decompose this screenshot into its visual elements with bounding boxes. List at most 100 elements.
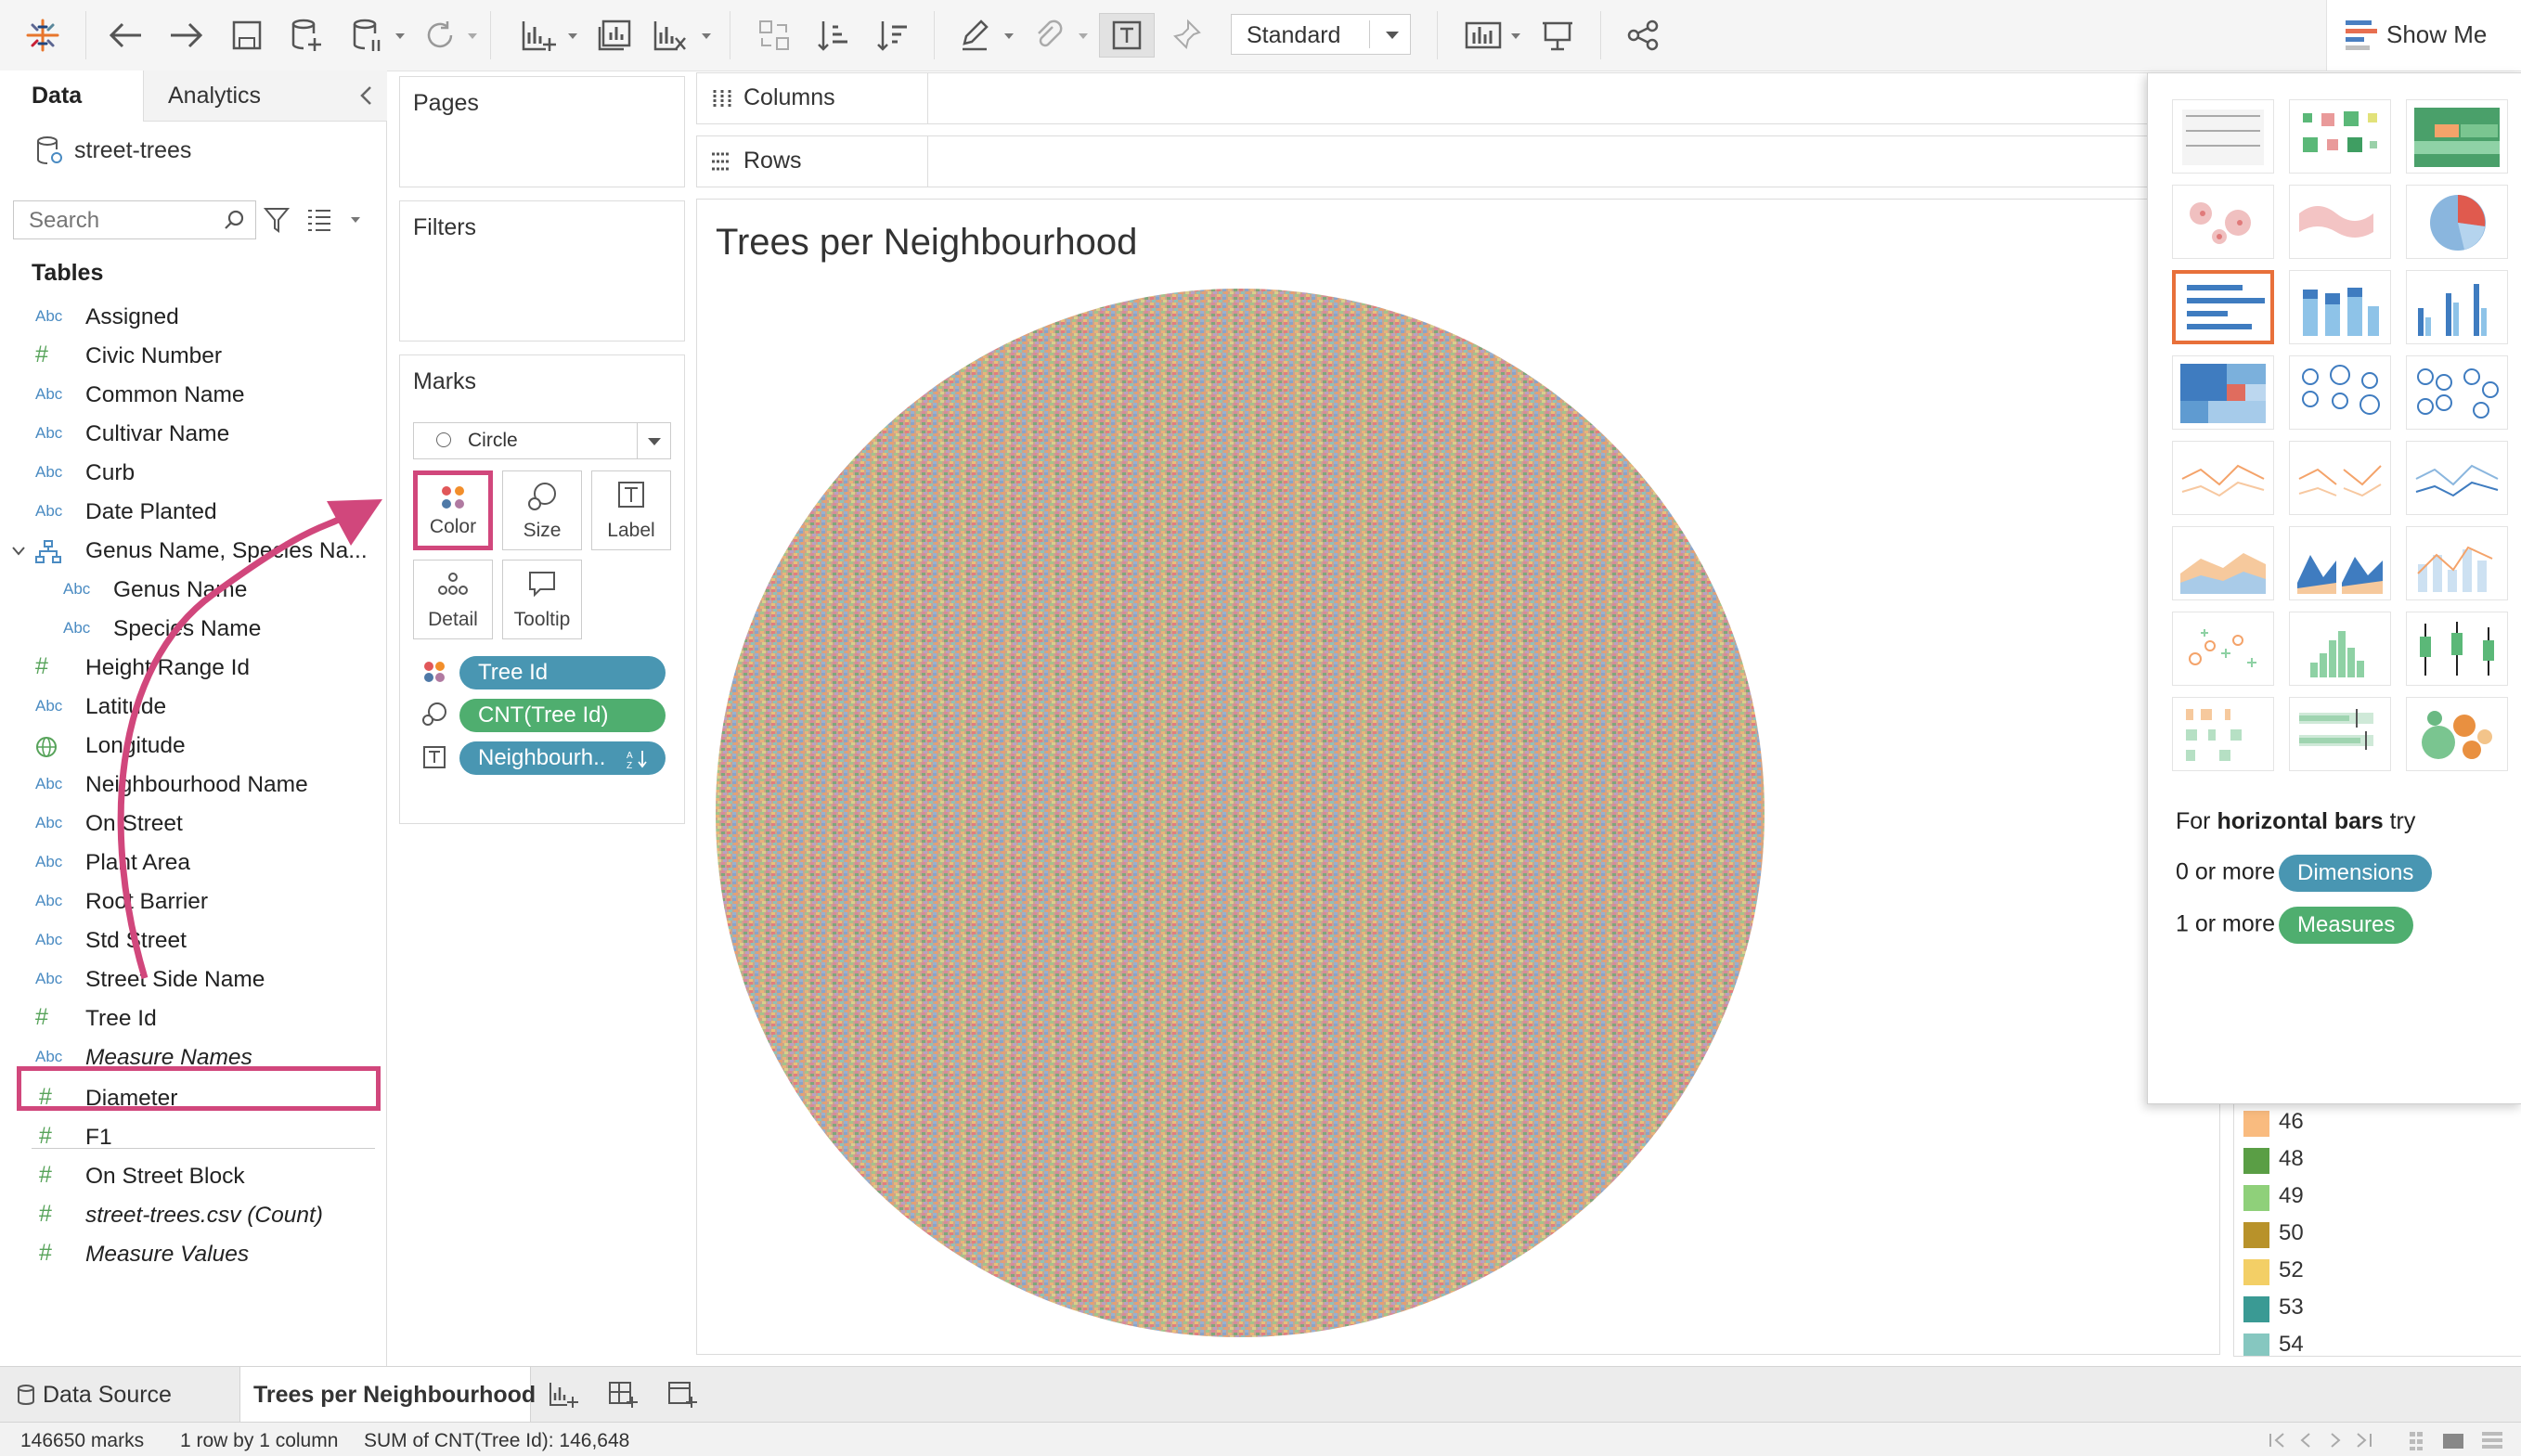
area-continuous-chart[interactable]: [2172, 526, 2274, 600]
fit-dropdown[interactable]: Standard: [1231, 14, 1411, 55]
measure-item[interactable]: # F1: [0, 1119, 386, 1158]
mark-type-dropdown[interactable]: Circle: [413, 422, 671, 459]
sort-options-caret[interactable]: [351, 217, 360, 223]
undo-icon[interactable]: [100, 13, 152, 58]
tooltip-button[interactable]: Tooltip: [502, 560, 582, 639]
field-item[interactable]: Abc Neighbourhood Name: [0, 767, 386, 805]
bullet-graph-chart[interactable]: [2289, 697, 2391, 771]
datasource-name[interactable]: street-trees: [74, 137, 191, 164]
box-and-whisker-chart[interactable]: [2406, 612, 2508, 686]
field-item[interactable]: Abc Cultivar Name: [0, 416, 386, 455]
tab-analytics[interactable]: Analytics: [143, 71, 387, 122]
show-me-tab[interactable]: Show Me: [2326, 0, 2521, 71]
field-item[interactable]: Abc Genus Name: [0, 572, 386, 611]
histogram-chart[interactable]: [2289, 612, 2391, 686]
pill-tree-id[interactable]: Tree Id: [459, 656, 666, 689]
legend-item[interactable]: 48: [2234, 1140, 2513, 1176]
text-table-chart[interactable]: [2172, 99, 2274, 174]
sheet-navigation-icons[interactable]: [2267, 1430, 2406, 1450]
chevron-down-icon[interactable]: [11, 546, 26, 557]
stacked-bars-chart[interactable]: [2289, 270, 2391, 344]
field-item[interactable]: Abc Std Street: [0, 922, 386, 961]
new-story-tab-icon[interactable]: [666, 1380, 698, 1410]
scatter-plot-chart[interactable]: [2172, 612, 2274, 686]
new-dashboard-tab-icon[interactable]: [607, 1380, 639, 1410]
show-cards-icon[interactable]: [1457, 13, 1509, 58]
view-list-icon[interactable]: [306, 208, 332, 232]
legend-item[interactable]: 52: [2234, 1252, 2513, 1287]
field-item[interactable]: Abc Root Barrier: [0, 883, 386, 922]
legend-item[interactable]: 49: [2234, 1178, 2513, 1213]
highlight-icon[interactable]: [952, 13, 999, 58]
refresh-icon[interactable]: [414, 13, 466, 58]
swap-rows-columns-icon[interactable]: [748, 13, 800, 58]
tab-data-source[interactable]: Data Source: [0, 1367, 232, 1423]
group-members-icon[interactable]: [1025, 13, 1071, 58]
filters-card[interactable]: Filters: [399, 200, 685, 341]
field-item[interactable]: Abc Curb: [0, 455, 386, 494]
detail-button[interactable]: Detail: [413, 560, 493, 639]
field-item[interactable]: Longitude: [0, 728, 386, 767]
pill-neighbourhood[interactable]: Neighbourh.. AZ: [459, 741, 666, 775]
search-input[interactable]: [27, 207, 216, 235]
field-item[interactable]: Abc Street Side Name: [0, 961, 386, 1000]
color-legend[interactable]: 46 48 49 50 52 53 54: [2233, 1086, 2521, 1357]
tab-active-sheet[interactable]: Trees per Neighbourhood: [239, 1367, 536, 1423]
field-item[interactable]: Abc Plant Area: [0, 844, 386, 883]
field-item[interactable]: Abc Latitude: [0, 689, 386, 728]
symbol-map-chart[interactable]: [2172, 185, 2274, 259]
circle-views-chart[interactable]: [2289, 355, 2391, 430]
clear-sheet-icon[interactable]: [644, 13, 696, 58]
share-icon[interactable]: [1617, 13, 1669, 58]
legend-item[interactable]: 54: [2234, 1326, 2513, 1356]
collapse-pane-icon[interactable]: [359, 85, 374, 106]
show-mark-labels-icon[interactable]: [1099, 13, 1155, 58]
field-item[interactable]: Abc Measure Names: [0, 1039, 386, 1078]
label-button[interactable]: Label: [591, 470, 671, 550]
search-field[interactable]: [13, 200, 256, 239]
dual-combination-chart[interactable]: [2406, 526, 2508, 600]
field-item[interactable]: Abc On Street: [0, 805, 386, 844]
field-item[interactable]: Abc Assigned: [0, 299, 386, 338]
redo-icon[interactable]: [160, 13, 212, 58]
measure-item[interactable]: # Diameter: [0, 1080, 386, 1119]
new-worksheet-icon[interactable]: [512, 13, 564, 58]
filled-map-chart[interactable]: [2289, 185, 2391, 259]
duplicate-sheet-icon[interactable]: [588, 13, 640, 58]
side-by-side-bars-chart[interactable]: [2406, 270, 2508, 344]
presentation-mode-icon[interactable]: [1532, 13, 1584, 58]
legend-item[interactable]: 46: [2234, 1103, 2513, 1139]
continuous-lines-chart[interactable]: [2172, 441, 2274, 515]
measure-item[interactable]: # On Street Block: [0, 1158, 386, 1197]
view-toggle-icons[interactable]: [2408, 1428, 2510, 1452]
discrete-lines-chart[interactable]: [2289, 441, 2391, 515]
viz-sheet[interactable]: Trees per Neighbourhood: [696, 199, 2220, 1355]
pill-cnt-tree-id[interactable]: CNT(Tree Id): [459, 699, 666, 732]
pages-card[interactable]: Pages: [399, 76, 685, 187]
field-item[interactable]: # Tree Id: [0, 1000, 386, 1039]
treemap-chart[interactable]: [2172, 355, 2274, 430]
size-button[interactable]: Size: [502, 470, 582, 550]
fix-axes-icon[interactable]: [1164, 13, 1210, 58]
measure-item[interactable]: # street-trees.csv (Count): [0, 1197, 386, 1236]
sort-ascending-icon[interactable]: [808, 13, 860, 58]
field-item[interactable]: Abc Date Planted: [0, 494, 386, 533]
pie-chart[interactable]: [2406, 185, 2508, 259]
gantt-chart[interactable]: [2172, 697, 2274, 771]
save-icon[interactable]: [221, 13, 273, 58]
field-item[interactable]: # Civic Number: [0, 338, 386, 377]
new-datasource-icon[interactable]: [280, 13, 332, 58]
sort-descending-icon[interactable]: [867, 13, 919, 58]
tab-data[interactable]: Data: [0, 71, 143, 121]
packed-bubble-chart[interactable]: [716, 289, 1765, 1337]
area-discrete-chart[interactable]: [2289, 526, 2391, 600]
legend-item[interactable]: 53: [2234, 1289, 2513, 1324]
field-item[interactable]: Abc Common Name: [0, 377, 386, 416]
side-by-side-circles-chart[interactable]: [2406, 355, 2508, 430]
pause-updates-icon[interactable]: [342, 13, 394, 58]
heat-map-chart[interactable]: [2289, 99, 2391, 174]
highlight-table-chart[interactable]: [2406, 99, 2508, 174]
new-worksheet-tab-icon[interactable]: [548, 1380, 579, 1410]
legend-item[interactable]: 50: [2234, 1215, 2513, 1250]
dual-lines-chart[interactable]: [2406, 441, 2508, 515]
